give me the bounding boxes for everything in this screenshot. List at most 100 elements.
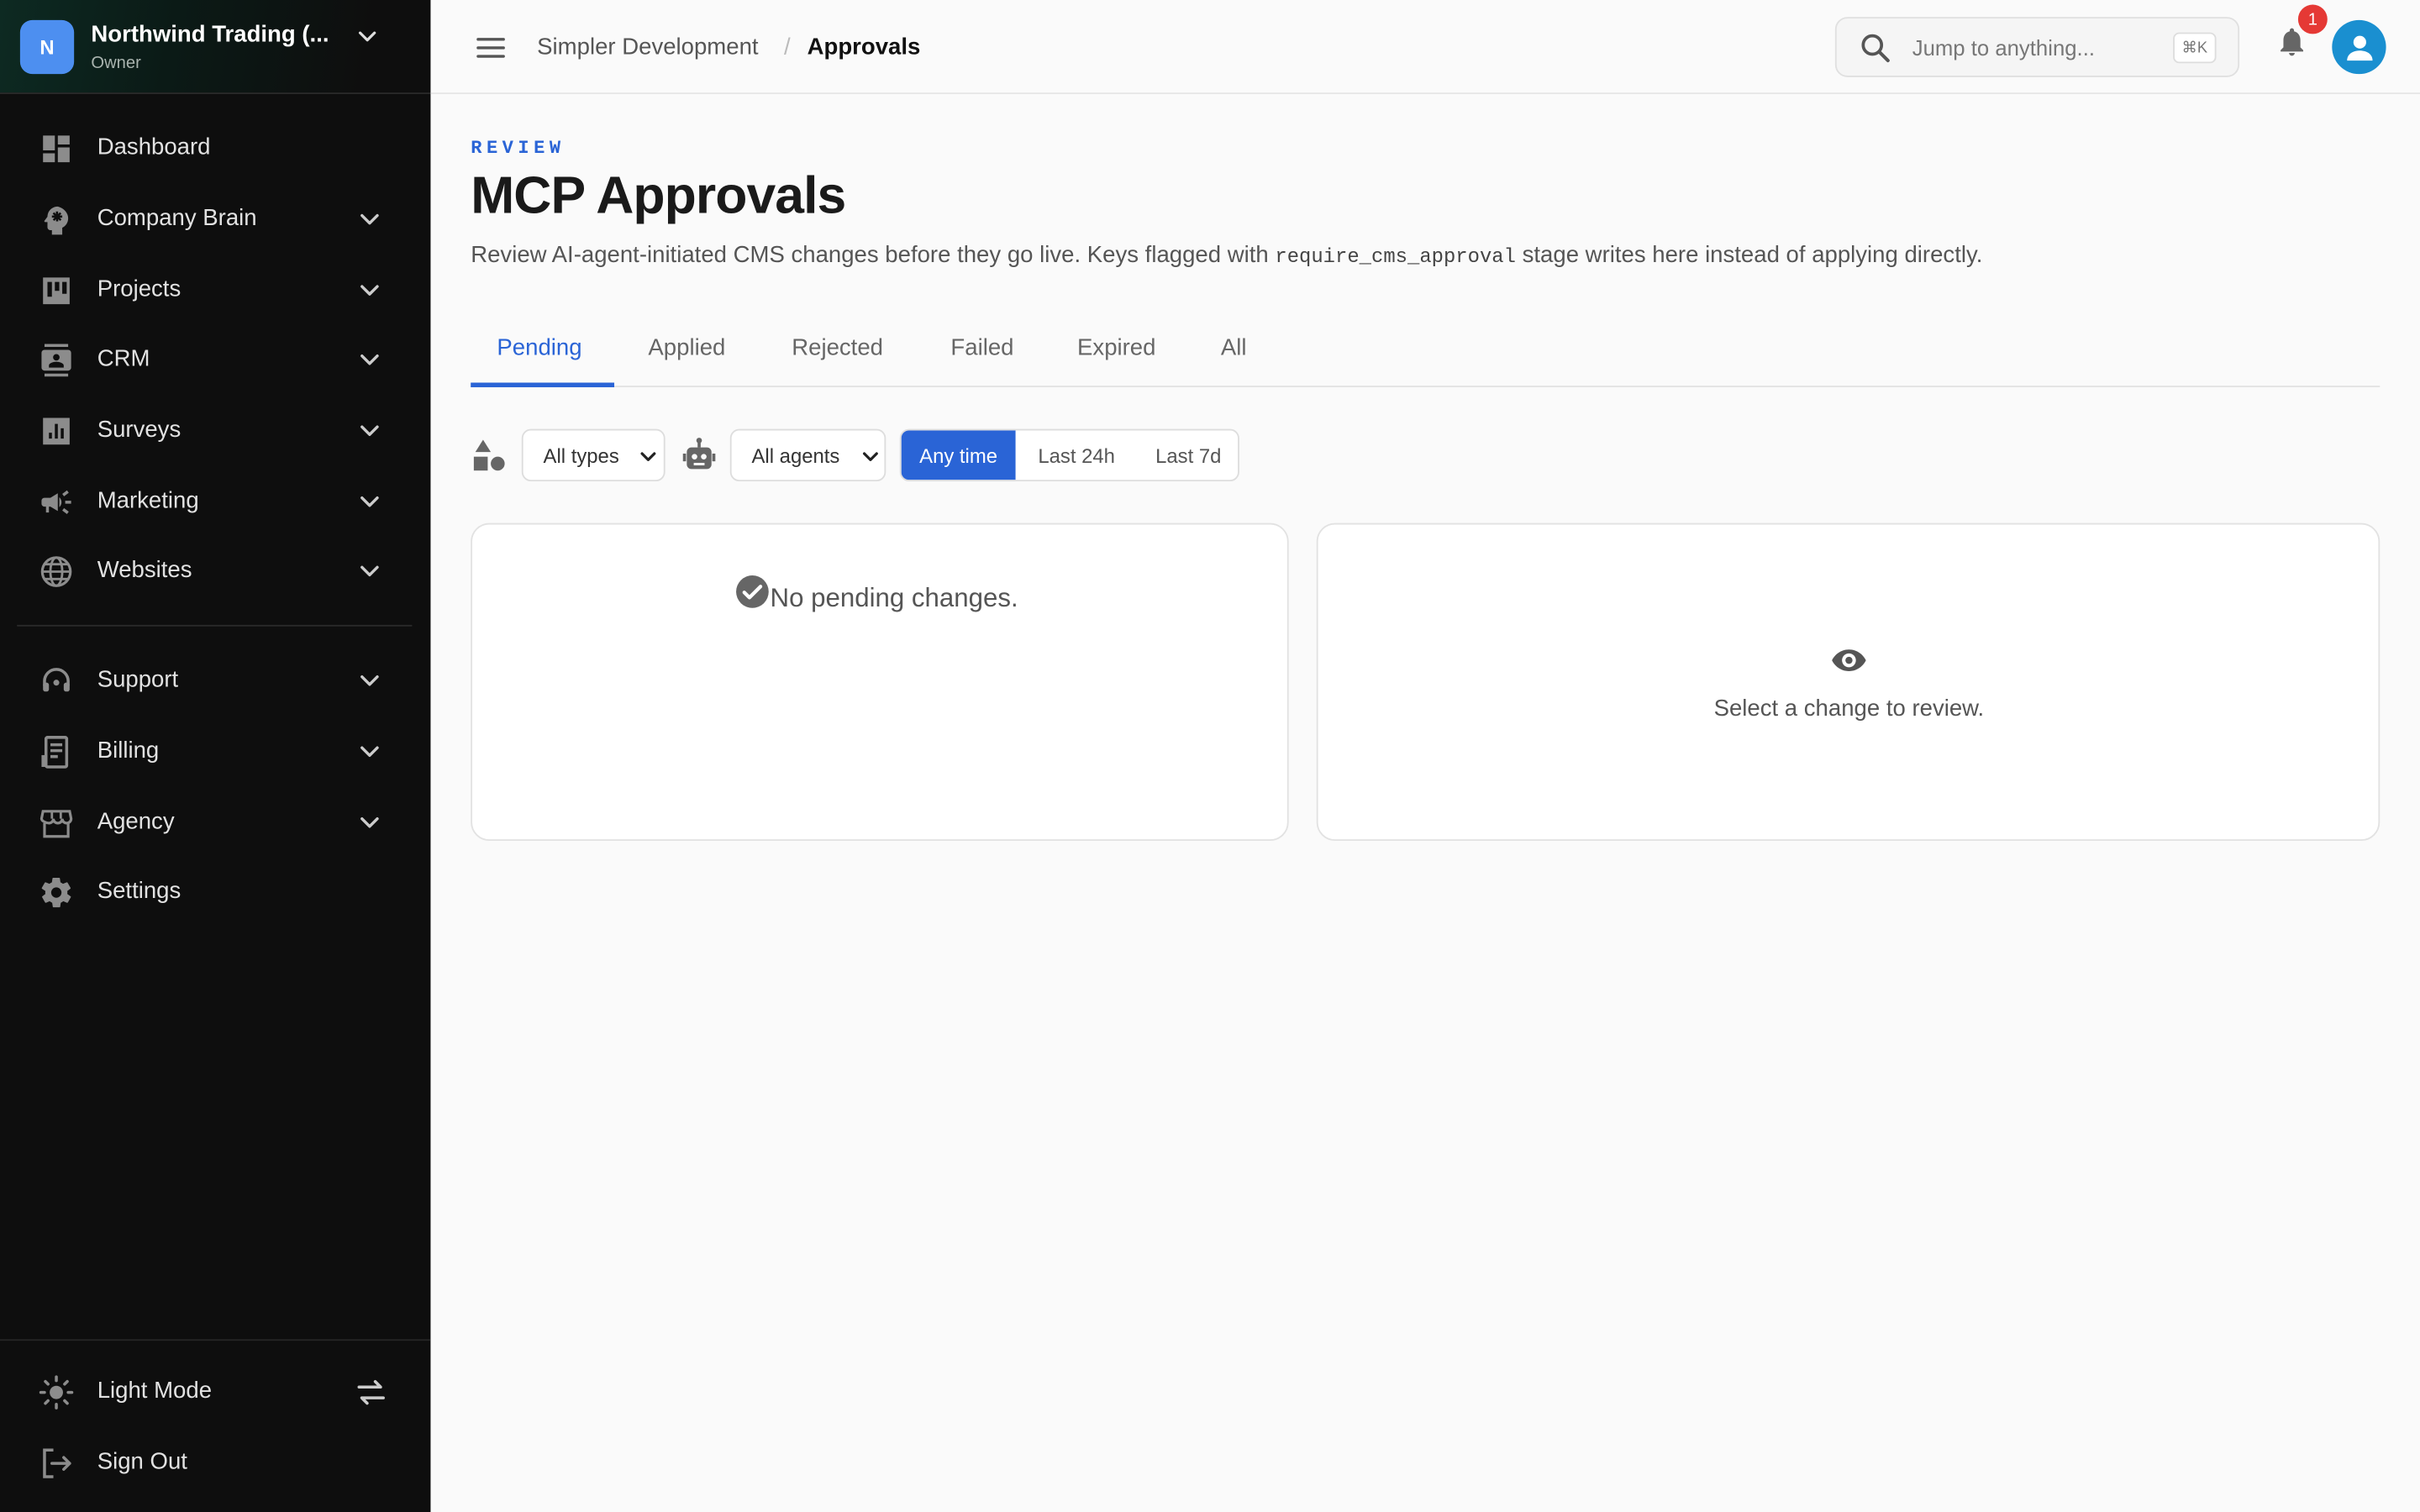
contacts-icon [41, 344, 71, 377]
sidebar-item-agency[interactable]: Agency [0, 791, 430, 853]
sign-out-button[interactable]: Sign Out [0, 1431, 430, 1493]
sidebar-item-label: Marketing [97, 487, 199, 514]
page-description: Review AI-agent-initiated CMS changes be… [471, 242, 1983, 269]
time-7d-button[interactable]: Last 7d [1138, 430, 1238, 480]
change-detail-panel: Select a change to review. [1316, 522, 2381, 842]
page-eyebrow: REVIEW [471, 137, 566, 160]
sidebar-item-label: Agency [97, 808, 175, 835]
sidebar-item-projects[interactable]: Projects [0, 260, 430, 321]
tab-expired[interactable]: Expired [1077, 335, 1155, 361]
sidebar-item-billing[interactable]: Billing [0, 721, 430, 782]
sidebar-item-label: Surveys [97, 416, 182, 444]
agent-filter-value: All agents [751, 444, 840, 468]
tab-failed[interactable]: Failed [950, 335, 1013, 361]
time-any-button[interactable]: Any time [901, 430, 1016, 480]
check-circle-icon [736, 575, 769, 608]
tab-applied[interactable]: Applied [648, 335, 725, 361]
breadcrumb-separator: / [784, 34, 791, 60]
chevron-down-icon [358, 31, 376, 42]
time-range-toggle: Any time Last 24h Last 7d [899, 428, 1239, 482]
menu-icon[interactable] [474, 31, 508, 65]
sidebar-item-label: Dashboard [97, 134, 211, 161]
sidebar: N Northwind Trading (... Owner Dashboard… [0, 0, 431, 1512]
globe-icon [40, 556, 72, 587]
chevron-down-icon [360, 285, 379, 296]
notification-badge: 1 [2297, 4, 2328, 34]
light-mode-toggle[interactable]: Light Mode [0, 1361, 430, 1422]
type-filter-value: All types [543, 444, 619, 468]
sun-icon [39, 1375, 74, 1410]
search-icon [1861, 34, 1890, 63]
shapes-icon [473, 439, 505, 471]
kanban-icon [43, 277, 70, 305]
agent-filter-select[interactable]: All agents [729, 428, 886, 482]
sidebar-item-surveys[interactable]: Surveys [0, 400, 430, 461]
gear-icon [41, 877, 71, 908]
chevron-down-icon [360, 565, 379, 577]
tab-all[interactable]: All [1221, 335, 1247, 361]
sidebar-item-marketing[interactable]: Marketing [0, 470, 430, 532]
dashboard-icon [43, 135, 70, 163]
sidebar-item-support[interactable]: Support [0, 649, 430, 711]
sidebar-item-websites[interactable]: Websites [0, 540, 430, 601]
chevron-down-icon [360, 425, 379, 436]
empty-list-message: No pending changes. [734, 575, 1018, 614]
sidebar-item-label: Settings [97, 878, 182, 905]
tab-rejected[interactable]: Rejected [792, 335, 883, 361]
storefront-icon [39, 810, 73, 838]
chevron-down-icon [360, 354, 379, 365]
light-mode-label: Light Mode [97, 1378, 213, 1404]
active-tab-indicator [471, 382, 615, 388]
changes-list-panel: No pending changes. [471, 522, 1289, 842]
breadcrumb-current: Approvals [807, 34, 921, 60]
sidebar-footer-divider [0, 1339, 431, 1341]
sidebar-divider [17, 624, 413, 627]
sidebar-item-settings[interactable]: Settings [0, 861, 430, 922]
megaphone-icon [41, 490, 71, 514]
status-tabs: Pending Applied Rejected Failed Expired … [471, 317, 2381, 388]
sidebar-item-label: Billing [97, 737, 160, 764]
org-switcher[interactable]: N Northwind Trading (... Owner [0, 0, 431, 95]
user-icon [2346, 34, 2372, 60]
sidebar-item-label: Websites [97, 557, 192, 584]
empty-detail-text: Select a change to review. [1713, 696, 1985, 722]
poll-icon [43, 417, 70, 445]
org-role: Owner [91, 54, 141, 73]
sign-out-label: Sign Out [97, 1448, 187, 1475]
chevron-down-icon [640, 452, 656, 461]
search-placeholder: Jump to anything... [1912, 35, 2095, 60]
robot-icon [682, 438, 716, 470]
org-avatar: N [19, 19, 75, 75]
sidebar-item-crm[interactable]: CRM [0, 328, 430, 390]
topbar: Simpler Development / Approvals Jump to … [430, 0, 2420, 95]
chevron-down-icon [360, 496, 379, 507]
time-24h-button[interactable]: Last 24h [1016, 430, 1138, 480]
config-key-code: require_cms_approval [1275, 245, 1516, 269]
sidebar-item-label: Support [97, 666, 179, 693]
swap-icon [357, 1380, 385, 1405]
headset-icon [43, 668, 70, 692]
chevron-down-icon [862, 452, 878, 461]
empty-list-text: No pending changes. [770, 583, 1018, 613]
logout-icon [43, 1448, 71, 1478]
sidebar-item-dashboard[interactable]: Dashboard [0, 118, 430, 179]
breadcrumb-parent[interactable]: Simpler Development [537, 34, 758, 60]
sidebar-item-label: Company Brain [97, 205, 257, 232]
receipt-icon [41, 736, 69, 769]
chevron-down-icon [360, 213, 379, 225]
sidebar-item-label: Projects [97, 276, 182, 302]
chevron-down-icon [360, 675, 379, 686]
search-shortcut-badge: ⌘K [2173, 32, 2217, 64]
page-title: MCP Approvals [471, 166, 846, 226]
type-filter-select[interactable]: All types [521, 428, 666, 482]
global-search[interactable]: Jump to anything... ⌘K [1834, 17, 2240, 77]
user-avatar[interactable] [2332, 19, 2386, 75]
eye-icon [1832, 649, 1866, 671]
chevron-down-icon [360, 817, 379, 828]
org-name: Northwind Trading (... [91, 21, 329, 48]
chevron-down-icon [360, 746, 379, 758]
sidebar-item-company-brain[interactable]: Company Brain [0, 188, 430, 249]
brain-icon [44, 206, 69, 235]
tab-pending[interactable]: Pending [497, 335, 581, 361]
sidebar-item-label: CRM [97, 345, 150, 372]
